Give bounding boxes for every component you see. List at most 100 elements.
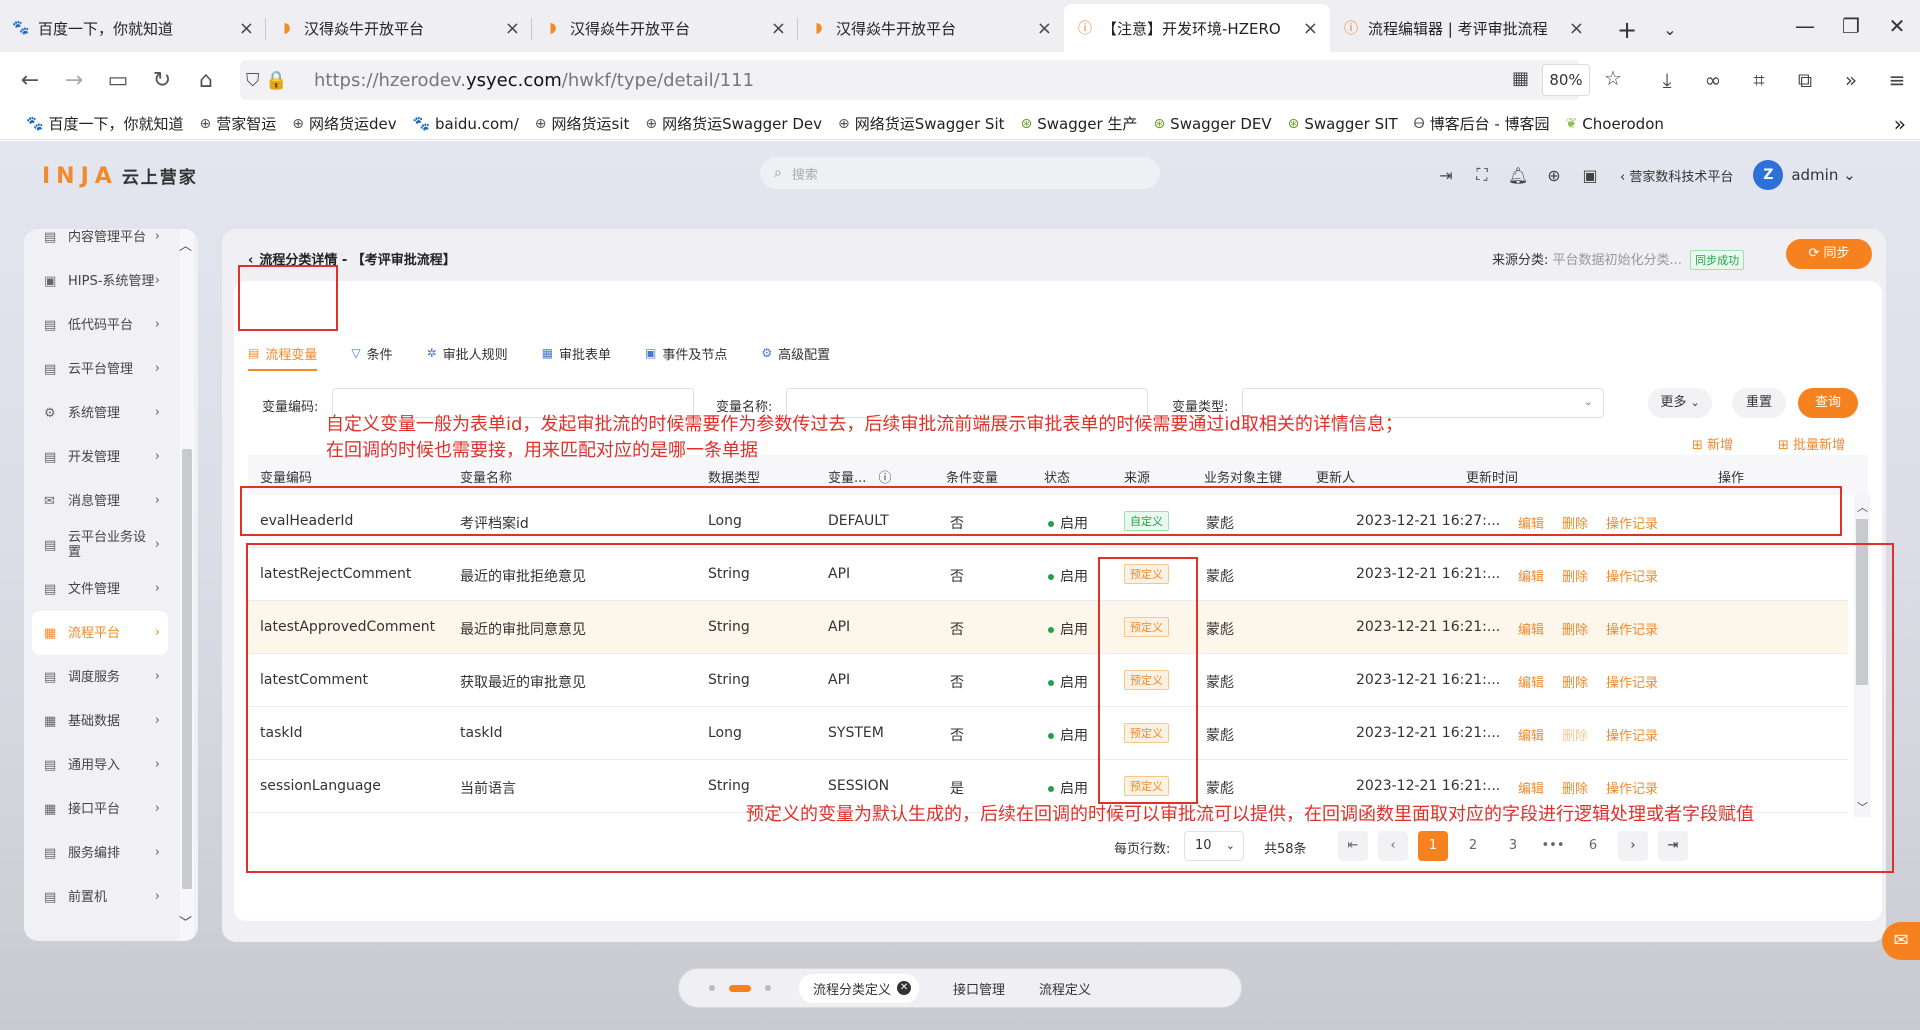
column-header[interactable]: 更新人 — [1316, 467, 1355, 486]
tab-list-icon[interactable]: ⌄ — [1650, 8, 1690, 52]
browser-tab[interactable]: ◗ 汉得焱牛开放平台 × — [798, 6, 1064, 50]
delete-link[interactable]: 删除 — [1562, 725, 1588, 744]
first-page-icon[interactable]: ⇤ — [1338, 831, 1368, 861]
column-header[interactable]: 数据类型 — [708, 467, 760, 486]
sidebar-item[interactable]: ▤ 前置机 › — [24, 875, 184, 919]
sidebar-scroll-thumb[interactable] — [182, 449, 192, 889]
last-page-icon[interactable]: ⇥ — [1658, 831, 1688, 861]
browser-tab[interactable]: ◗ 汉得焱牛开放平台 × — [532, 6, 798, 50]
url-field[interactable]: https://hzerodev. ysyec.com/hwkf/type/det… — [240, 60, 1580, 100]
home-icon[interactable]: ⌂ — [184, 68, 228, 93]
more-tools-icon[interactable]: » — [1828, 68, 1874, 92]
close-icon[interactable]: × — [239, 18, 254, 39]
operation-log-link[interactable]: 操作记录 — [1606, 619, 1658, 638]
tab-conditions[interactable]: ▽ 条件 — [351, 344, 392, 363]
tab-approver-rules[interactable]: ✲ 审批人规则 — [427, 344, 508, 363]
qr-icon[interactable]: ▦ — [1512, 68, 1529, 89]
wallet-icon[interactable]: ▣ — [1572, 166, 1608, 185]
bookmark[interactable]: 🐾 百度一下，你就知道 — [26, 113, 183, 134]
bookmark[interactable]: ⊕ 网络货运Swagger Sit — [838, 113, 1005, 134]
menu-icon[interactable]: ≡ — [1874, 68, 1920, 92]
table-scrollbar[interactable]: ︿ ﹀ — [1854, 495, 1870, 817]
bookmark[interactable]: ❦ Choerodon — [1566, 115, 1664, 133]
reset-button[interactable]: 重置 — [1732, 388, 1786, 418]
edit-link[interactable]: 编辑 — [1518, 778, 1544, 797]
chevron-up-icon[interactable]: ︿ — [179, 235, 192, 254]
bookmark[interactable]: 🐾 baidu.com/ — [413, 115, 519, 133]
page-dot-active[interactable] — [729, 984, 751, 992]
logout-icon[interactable]: ⇥ — [1428, 166, 1464, 185]
delete-link[interactable]: 删除 — [1562, 566, 1588, 585]
global-search[interactable]: ⌕ 搜索 — [760, 157, 1160, 189]
delete-link[interactable]: 删除 — [1562, 513, 1588, 532]
edit-link[interactable]: 编辑 — [1518, 513, 1544, 532]
chevron-down-icon[interactable]: ﹀ — [1857, 799, 1868, 815]
column-header[interactable]: 条件变量 — [946, 467, 998, 486]
column-header[interactable]: 变量... ⓘ — [828, 467, 892, 486]
page-size-select[interactable]: 10 ⌄ — [1184, 831, 1244, 861]
sidebar-item[interactable]: ▦ 流程平台 › — [32, 611, 168, 655]
sidebar-item[interactable]: ▤ 服务编排 › — [24, 831, 184, 875]
assistant-icon[interactable]: ✉ — [1882, 922, 1920, 960]
bottom-tab[interactable]: 接口管理 — [953, 979, 1005, 998]
fullscreen-icon[interactable]: ⛶ — [1464, 165, 1500, 185]
edit-link[interactable]: 编辑 — [1518, 619, 1544, 638]
restore-icon[interactable]: ❐ — [1828, 14, 1874, 38]
sidebar-item[interactable]: ▤ 通用导入 › — [24, 743, 184, 787]
help-icon[interactable]: ⓘ — [879, 471, 892, 486]
more-filters-button[interactable]: 更多 ⌄ — [1648, 388, 1712, 418]
close-icon[interactable]: × — [771, 18, 786, 39]
zoom-level[interactable]: 80% — [1542, 64, 1590, 96]
operation-log-link[interactable]: 操作记录 — [1606, 778, 1658, 797]
page-number-current[interactable]: 1 — [1418, 831, 1448, 861]
column-header[interactable]: 状态 — [1044, 467, 1070, 486]
platform-switcher[interactable]: ‹ 营家数科技术平台 — [1620, 166, 1733, 185]
download-icon[interactable]: ⤓ — [1644, 68, 1690, 92]
bookmark[interactable]: ⊛ Swagger 生产 — [1021, 113, 1138, 134]
shield-icon[interactable]: ⛉ 🔒 — [246, 70, 288, 91]
bookmark[interactable]: ⊛ Swagger DEV — [1153, 115, 1271, 133]
sidebar-item[interactable]: ▤ 云平台管理 › — [24, 347, 184, 391]
new-tab-button[interactable]: + — [1604, 8, 1650, 52]
column-header[interactable]: 变量名称 — [460, 467, 512, 486]
bookmark[interactable]: ⊕ 网络货运sit — [535, 113, 630, 134]
column-header[interactable]: 变量编码 — [260, 467, 312, 486]
bookmark[interactable]: Ꮎ 博客后台 - 博客园 — [1414, 113, 1550, 134]
table-row[interactable]: latestApprovedComment 最近的审批同意意见 String API 否… — [248, 601, 1848, 654]
star-icon[interactable]: ☆ — [1604, 66, 1622, 90]
table-row[interactable]: latestRejectComment 最近的审批拒绝意见 String API 否 启用… — [248, 548, 1848, 601]
bookmark[interactable]: ⊕ 营家智运 — [199, 113, 276, 134]
minimize-icon[interactable]: — — [1782, 14, 1828, 38]
sidebar-item[interactable]: ▤ 低代码平台 › — [24, 303, 184, 347]
bell-icon[interactable]: 🔔︎ — [1500, 166, 1536, 185]
operation-log-link[interactable]: 操作记录 — [1606, 566, 1658, 585]
avatar[interactable]: Z — [1753, 160, 1784, 190]
close-icon[interactable]: × — [1037, 18, 1052, 39]
column-header[interactable]: 来源 — [1124, 467, 1150, 486]
bookmark[interactable]: ⊛ Swagger SIT — [1288, 115, 1398, 133]
forward-icon[interactable]: → — [52, 68, 96, 93]
vpn-icon[interactable]: ∞ — [1690, 68, 1736, 92]
delete-link[interactable]: 删除 — [1562, 619, 1588, 638]
crop-icon[interactable]: ⌗ — [1736, 68, 1782, 92]
sidebar-item[interactable]: ▤ 云平台业务设置 › — [24, 523, 184, 567]
bookmark[interactable]: ⊕ 网络货运dev — [292, 113, 396, 134]
browser-tab[interactable]: ◗ 汉得焱牛开放平台 × — [266, 6, 532, 50]
sidebar-item[interactable]: ✉ 消息管理 › — [24, 479, 184, 523]
edit-link[interactable]: 编辑 — [1518, 566, 1544, 585]
sidebar-item[interactable]: ▦ 接口平台 › — [24, 787, 184, 831]
sidebar-item[interactable]: ▤ 开发管理 › — [24, 435, 184, 479]
delete-link[interactable]: 删除 — [1562, 778, 1588, 797]
operation-log-link[interactable]: 操作记录 — [1606, 513, 1658, 532]
bottom-tab[interactable]: 流程定义 — [1039, 979, 1091, 998]
page-number[interactable]: 6 — [1578, 831, 1608, 861]
operation-log-link[interactable]: 操作记录 — [1606, 725, 1658, 744]
sidebar-item[interactable]: ▤ 文件管理 › — [24, 567, 184, 611]
close-icon[interactable]: ✕ — [897, 981, 912, 995]
edit-link[interactable]: 编辑 — [1518, 672, 1544, 691]
extensions-icon[interactable]: ⧉ — [1782, 68, 1828, 92]
sidebar-item[interactable]: ▦ 基础数据 › — [24, 699, 184, 743]
sidebar-item[interactable]: ⚙ 系统管理 › — [24, 391, 184, 435]
operation-log-link[interactable]: 操作记录 — [1606, 672, 1658, 691]
sidebar-item[interactable]: ▤ 调度服务 › — [24, 655, 184, 699]
